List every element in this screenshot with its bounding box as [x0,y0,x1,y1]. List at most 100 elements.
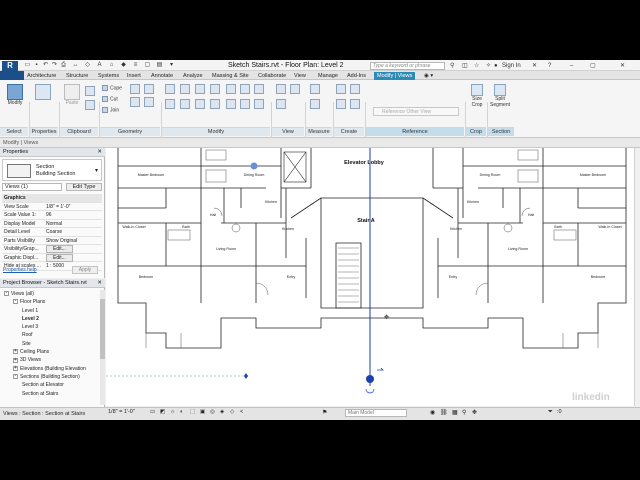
dimension-icon[interactable]: ◇ [84,62,91,69]
array-icon[interactable] [254,84,264,94]
user-icon[interactable]: ● [494,62,498,70]
show-crop-icon[interactable]: ▣ [200,407,205,418]
flip-section-icon[interactable] [377,367,384,371]
override-graphics-icon[interactable] [276,84,286,94]
customize-icon[interactable]: ▾ [168,62,175,69]
help-icon[interactable]: ? [548,62,551,70]
tab-modify-views[interactable]: Modify | Views [374,72,416,80]
app-logo[interactable]: R [2,61,18,71]
browser-scroll-thumb[interactable] [100,299,105,359]
property-row[interactable]: Scale Value 1: 96 [2,211,102,220]
edit-type-button[interactable]: Edit Type [66,183,102,191]
browser-node[interactable]: - Views (all) [0,290,100,298]
reveal-hidden-icon[interactable]: ◈ [220,407,224,418]
copy-icon[interactable] [85,86,95,96]
create-assembly-icon[interactable] [336,84,346,94]
expand-icon[interactable]: + [13,365,18,371]
linework-icon[interactable] [290,84,300,94]
edit-graphic-display-button[interactable]: Edit... [46,253,73,262]
section-panel-title[interactable]: Section [488,127,514,136]
cut-icon[interactable] [85,100,95,110]
model-combo[interactable]: Main Model [345,409,407,417]
editable-only-icon[interactable]: ◉ [430,409,435,416]
browser-node[interactable]: Level 3 [0,323,100,331]
aligned-dimension-icon[interactable] [310,99,320,109]
close-properties-icon[interactable]: ✕ [97,148,102,157]
expand-icon[interactable]: + [13,349,18,355]
favorites-icon[interactable]: ✧ [486,62,491,70]
sun-path-icon[interactable]: ☼ [170,407,175,418]
subscription-icon[interactable]: ◫ [462,62,468,70]
communication-icon[interactable]: ☆ [474,62,479,70]
geometry-panel-title[interactable]: Geometry [100,127,160,136]
scale-icon[interactable] [226,99,236,109]
browser-node[interactable]: Section at Elevator [0,381,100,389]
binoculars-icon[interactable]: ⚲ [450,62,454,70]
measure-between-icon[interactable] [310,84,320,94]
crop-panel-title[interactable]: Crop [466,127,486,136]
property-row[interactable]: View Scale 1/8" = 1'-0" [2,203,102,211]
unpin-icon[interactable] [240,99,250,109]
switch-windows-icon[interactable]: ▤ [156,62,163,69]
drag-elements-icon[interactable]: ✥ [472,409,477,416]
modify-panel-title[interactable]: Modify [162,127,270,136]
edit-visibility-button[interactable]: Edit... [46,245,73,253]
ribbon-toggle-icon[interactable]: ◉ ▾ [424,72,433,80]
mirror-draw-icon[interactable] [210,84,220,94]
create-panel-title[interactable]: Create [334,127,364,136]
reference-other-view-combo[interactable]: Reference Other View [373,107,459,116]
section-icon[interactable]: ◆ [120,62,127,69]
cope-button[interactable]: Cope [102,85,122,91]
property-row[interactable]: Graphic Displ... Edit... [2,253,102,262]
collapse-icon[interactable]: - [13,299,18,305]
demolish-icon[interactable] [144,97,154,107]
open-icon[interactable]: ▭ [24,62,31,69]
browser-node[interactable]: Roof [0,331,100,339]
create-parts-icon[interactable] [350,84,360,94]
properties-button[interactable] [32,84,54,100]
pin-icon[interactable] [240,84,250,94]
highlight-displacement-icon[interactable]: < [240,407,243,418]
apply-button[interactable]: Apply [72,266,98,274]
thin-lines-icon[interactable]: ≡ [132,62,139,69]
paste-button[interactable]: Paste [62,84,82,106]
properties-panel-title[interactable]: Properties [30,127,58,136]
redo-icon[interactable]: ↷ [51,62,58,69]
shadows-icon[interactable]: ◐ [180,407,183,418]
analytical-model-icon[interactable]: ◇ [230,407,234,418]
views-filter-combo[interactable]: Views (1) [2,183,62,191]
tab-collaborate[interactable]: Collaborate [258,72,286,80]
browser-node[interactable]: Level 1 [0,307,100,315]
create-group-icon[interactable] [336,99,346,109]
select-pinned-icon[interactable]: ⚲ [462,409,466,416]
browser-node[interactable]: Site [0,340,100,348]
select-links-icon[interactable]: ⛓ [440,409,448,416]
offset-icon[interactable] [180,84,190,94]
properties-help-link[interactable]: Properties help [3,267,37,273]
print-icon[interactable]: ⎙ [60,62,67,69]
browser-node[interactable]: Section at Stairs [0,390,100,398]
measure-panel-title[interactable]: Measure [306,127,332,136]
wall-joins-icon[interactable] [130,84,140,94]
browser-node[interactable]: Level 2 [0,315,100,323]
browser-node[interactable]: - Floor Plans [0,298,100,306]
section-head-marker[interactable] [366,375,374,383]
collapse-icon[interactable]: - [13,374,18,380]
align-icon[interactable] [165,84,175,94]
view-panel-title[interactable]: View [272,127,304,136]
application-menu-button[interactable] [0,71,24,80]
select-panel-title[interactable]: Select [0,127,28,136]
browser-node[interactable]: + Ceiling Plans [0,348,100,356]
modify-button[interactable]: Modify [4,84,26,106]
collapse-icon[interactable]: - [4,291,9,297]
copy-element-icon[interactable] [180,99,190,109]
delete-icon[interactable] [254,99,264,109]
size-crop-button[interactable]: Size Crop [468,84,486,108]
maximize-icon[interactable]: ▢ [590,62,596,70]
rotate-icon[interactable] [195,99,205,109]
undo-icon[interactable]: ↶ [42,62,49,69]
worksets-icon[interactable]: ⚑ [322,409,327,416]
join-button[interactable]: Join [102,107,119,113]
browser-node[interactable]: - Sections (Building Section) [0,373,100,381]
hide-element-icon[interactable] [276,99,286,109]
